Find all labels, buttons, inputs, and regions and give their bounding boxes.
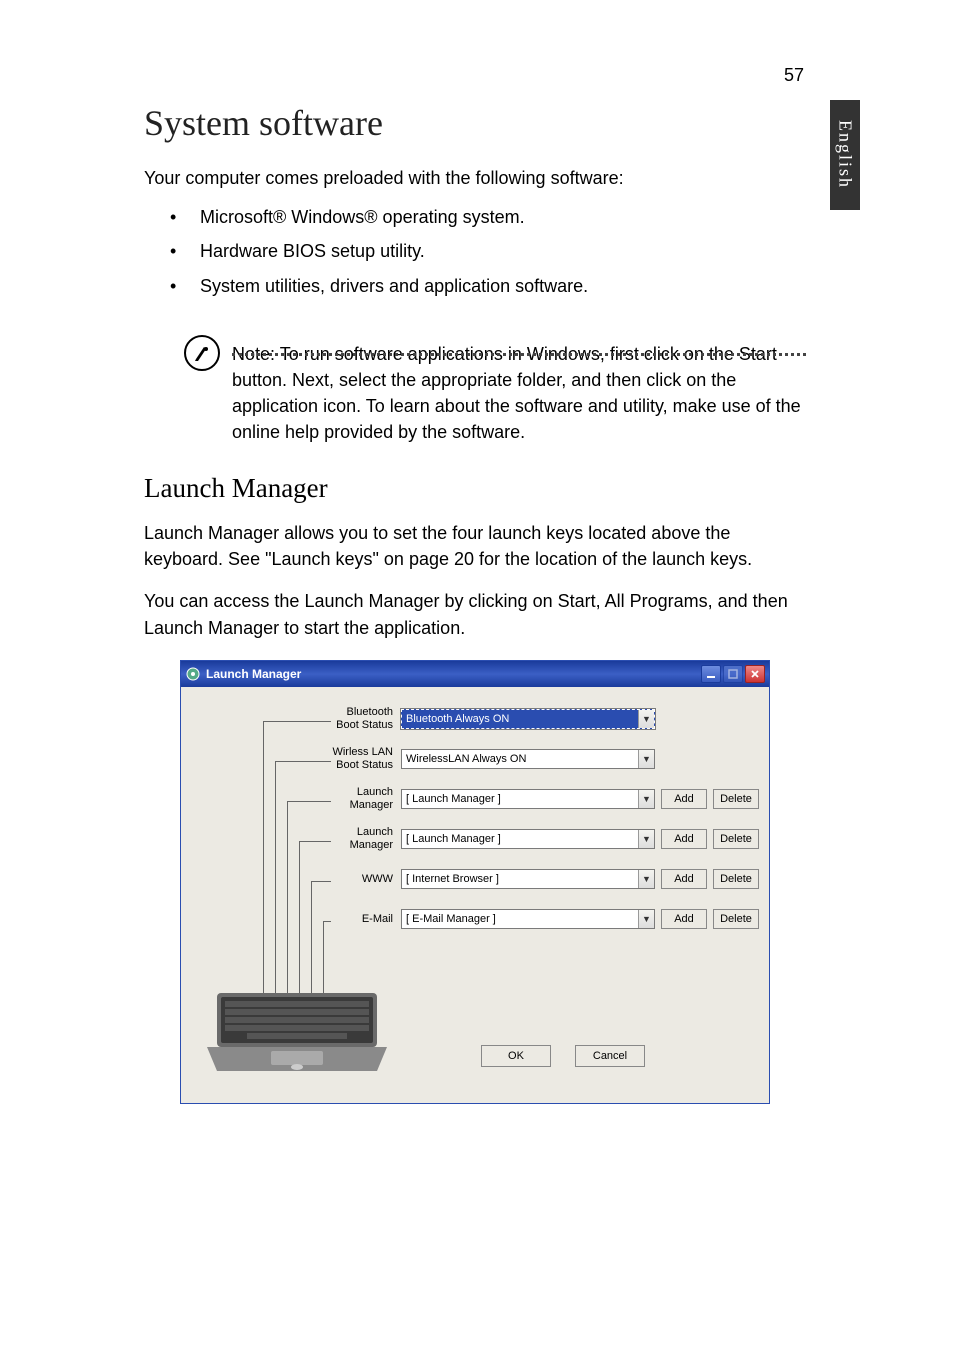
delete-button[interactable]: Delete (713, 869, 759, 889)
add-button[interactable]: Add (661, 789, 707, 809)
setting-label: WWW (331, 873, 401, 886)
bullet-item: Hardware BIOS setup utility. (144, 234, 804, 268)
window-body: Bluetooth Boot StatusBluetooth Always ON… (181, 687, 769, 1103)
window-titlebar[interactable]: Launch Manager (181, 661, 769, 687)
heading-2: Launch Manager (144, 473, 804, 504)
delete-button[interactable]: Delete (713, 829, 759, 849)
bullet-item: System utilities, drivers and applicatio… (144, 269, 804, 303)
launch-manager-window: Launch Manager Bluetooth Boot StatusBlue… (180, 660, 770, 1104)
setting-dropdown[interactable]: [ Internet Browser ]▼ (401, 869, 655, 889)
setting-label: Bluetooth Boot Status (331, 706, 401, 731)
delete-button[interactable]: Delete (713, 909, 759, 929)
dropdown-value: [ Launch Manager ] (402, 793, 638, 805)
note-icon (184, 335, 220, 371)
setting-label: Launch Manager (331, 786, 401, 811)
connector-line (275, 761, 331, 762)
minimize-button[interactable] (701, 665, 721, 683)
setting-dropdown[interactable]: [ E-Mail Manager ]▼ (401, 909, 655, 929)
chevron-down-icon[interactable]: ▼ (638, 750, 654, 768)
setting-row: Wirless LAN Boot StatusWirelessLAN Alway… (331, 739, 759, 779)
connector-line (287, 801, 331, 802)
dropdown-value: [ E-Mail Manager ] (402, 913, 638, 925)
dropdown-value: Bluetooth Always ON (402, 713, 638, 725)
setting-label: Launch Manager (331, 826, 401, 851)
setting-dropdown[interactable]: [ Launch Manager ]▼ (401, 789, 655, 809)
language-tab-label: English (835, 120, 856, 189)
note-text: Note: To run software applications in Wi… (232, 341, 804, 445)
chevron-down-icon[interactable]: ▼ (638, 870, 654, 888)
setting-dropdown[interactable]: [ Launch Manager ]▼ (401, 829, 655, 849)
page-content: System software Your computer comes prel… (144, 102, 804, 657)
note-block: Note: To run software applications in Wi… (144, 341, 804, 445)
setting-row: WWW[ Internet Browser ]▼ Add Delete (331, 859, 759, 899)
setting-row: Launch Manager[ Launch Manager ]▼ Add Dele… (331, 819, 759, 859)
close-button[interactable] (745, 665, 765, 683)
chevron-down-icon[interactable]: ▼ (638, 710, 654, 728)
page-number: 57 (784, 65, 804, 86)
maximize-button[interactable] (723, 665, 743, 683)
dropdown-value: WirelessLAN Always ON (402, 753, 638, 765)
chevron-down-icon[interactable]: ▼ (638, 790, 654, 808)
connector-line (275, 761, 276, 1017)
setting-row: Launch Manager[ Launch Manager ]▼ Add Dele… (331, 779, 759, 819)
connector-line (263, 721, 264, 1017)
intro-paragraph: Your computer comes preloaded with the f… (144, 166, 804, 190)
delete-button[interactable]: Delete (713, 789, 759, 809)
connector-line (299, 841, 331, 842)
bullet-item: Microsoft® Windows® operating system. (144, 200, 804, 234)
dropdown-value: [ Internet Browser ] (402, 873, 638, 885)
setting-label: Wirless LAN Boot Status (331, 746, 401, 771)
paragraph: You can access the Launch Manager by cli… (144, 588, 804, 640)
paragraph: Launch Manager allows you to set the fou… (144, 520, 804, 572)
setting-row: E-Mail[ E-Mail Manager ]▼ Add Delete (331, 899, 759, 939)
chevron-down-icon[interactable]: ▼ (638, 910, 654, 928)
laptop-illustration (207, 985, 387, 1075)
chevron-down-icon[interactable]: ▼ (638, 830, 654, 848)
dotted-divider (232, 353, 806, 356)
language-tab: English (830, 100, 860, 210)
dropdown-value: [ Launch Manager ] (402, 833, 638, 845)
connector-line (263, 721, 331, 722)
setting-label: E-Mail (331, 913, 401, 926)
app-icon (185, 666, 201, 682)
setting-dropdown[interactable]: Bluetooth Always ON▼ (401, 709, 655, 729)
window-title: Launch Manager (206, 667, 701, 681)
cancel-button[interactable]: Cancel (575, 1045, 645, 1067)
setting-row: Bluetooth Boot StatusBluetooth Always ON… (331, 699, 759, 739)
add-button[interactable]: Add (661, 829, 707, 849)
connector-line (323, 921, 331, 922)
connector-line (311, 881, 331, 882)
bullet-list: Microsoft® Windows® operating system. Ha… (144, 200, 804, 303)
add-button[interactable]: Add (661, 909, 707, 929)
add-button[interactable]: Add (661, 869, 707, 889)
heading-1: System software (144, 102, 804, 144)
ok-button[interactable]: OK (481, 1045, 551, 1067)
setting-dropdown[interactable]: WirelessLAN Always ON▼ (401, 749, 655, 769)
